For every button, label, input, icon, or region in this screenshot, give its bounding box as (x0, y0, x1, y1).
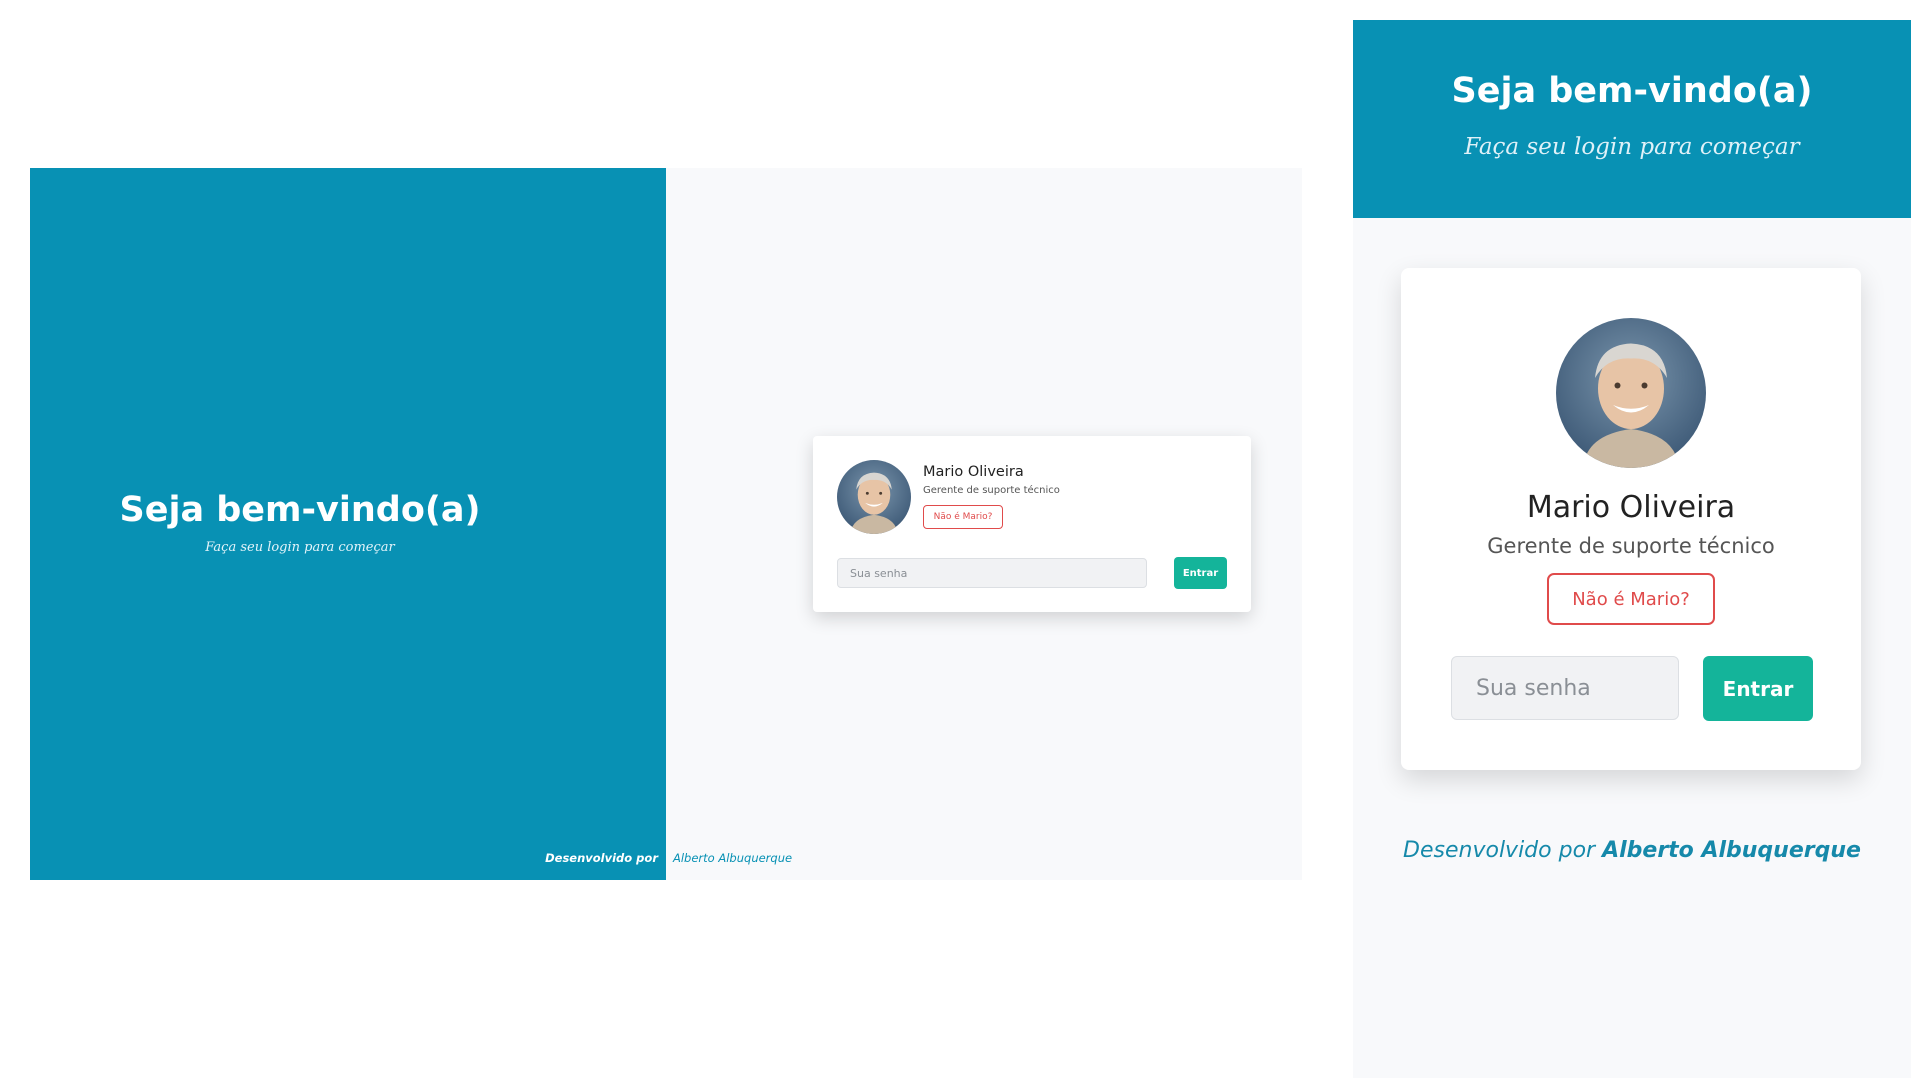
welcome-panel: Seja bem-vindo(a) Faça seu login para co… (30, 168, 666, 880)
mobile-login-screen: Seja bem-vindo(a) Faça seu login para co… (1353, 20, 1911, 1078)
welcome-subtitle: Faça seu login para começar (205, 540, 395, 555)
mobile-password-input[interactable] (1451, 656, 1679, 720)
login-submit-button[interactable]: Entrar (1174, 557, 1227, 589)
mobile-welcome-title: Seja bem-vindo(a) (1451, 71, 1813, 111)
user-avatar-icon (837, 460, 911, 534)
footer-credit-prefix: Desenvolvido por (545, 851, 658, 865)
mobile-login-submit-button[interactable]: Entrar (1703, 656, 1813, 721)
password-input[interactable] (837, 558, 1147, 588)
user-name: Mario Oliveira (923, 464, 1024, 480)
mobile-user-role: Gerente de suporte técnico (1487, 534, 1775, 558)
mobile-user-avatar-icon (1556, 318, 1706, 468)
mobile-not-me-button[interactable]: Não é Mario? (1547, 573, 1715, 625)
desktop-login-screen: Seja bem-vindo(a) Faça seu login para co… (30, 168, 1302, 880)
login-card: Mario Oliveira Gerente de suporte técnic… (813, 436, 1251, 612)
mobile-welcome-header: Seja bem-vindo(a) Faça seu login para co… (1353, 20, 1911, 218)
footer-credit-author: Alberto Albuquerque (673, 851, 793, 865)
mobile-footer-credit-author: Alberto Albuquerque (1602, 838, 1861, 863)
not-me-button[interactable]: Não é Mario? (923, 505, 1003, 529)
mobile-user-name: Mario Oliveira (1526, 490, 1736, 525)
mobile-login-card: Mario Oliveira Gerente de suporte técnic… (1401, 268, 1861, 770)
mobile-footer-credit-prefix: Desenvolvido por (1403, 838, 1596, 863)
mobile-welcome-subtitle: Faça seu login para começar (1464, 134, 1800, 160)
welcome-title: Seja bem-vindo(a) (119, 490, 481, 530)
user-role: Gerente de suporte técnico (923, 485, 1060, 496)
mobile-footer-credit: Desenvolvido por Alberto Albuquerque (1353, 838, 1911, 863)
